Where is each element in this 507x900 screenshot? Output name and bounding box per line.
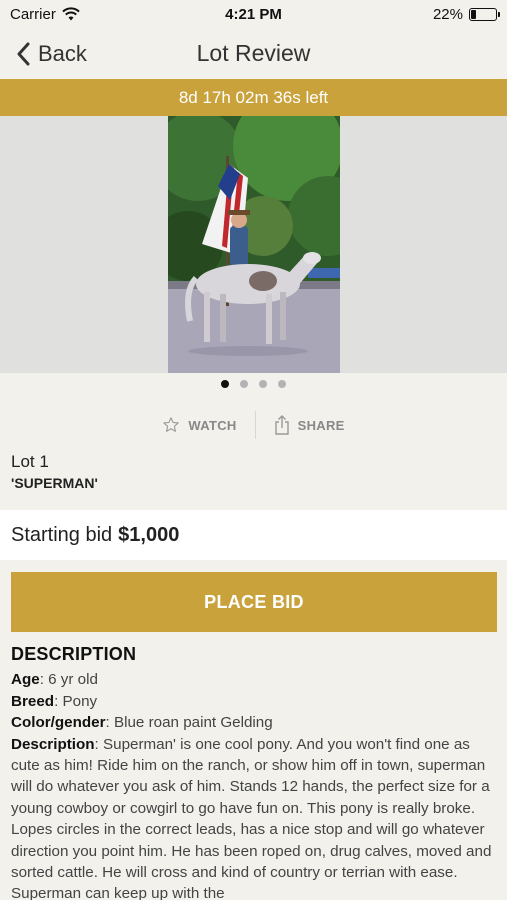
lot-info: Lot 1 'SUPERMAN' — [11, 452, 491, 491]
action-row: WATCH SHARE — [0, 410, 507, 440]
image-gallery[interactable] — [0, 116, 507, 373]
back-button[interactable]: Back — [16, 28, 87, 79]
breed-label: Breed — [11, 692, 55, 710]
age-value: : 6 yr old — [39, 671, 98, 689]
page-dot[interactable] — [278, 380, 286, 388]
gallery-page-indicator[interactable] — [0, 380, 507, 392]
star-icon — [163, 417, 180, 432]
watch-button[interactable]: WATCH — [144, 416, 254, 434]
status-bar: Carrier 4:21 PM 22% — [0, 0, 507, 28]
page-dot[interactable] — [240, 380, 248, 388]
share-label: SHARE — [297, 417, 345, 433]
wifi-icon — [62, 7, 80, 21]
place-bid-button[interactable]: PLACE BID — [11, 572, 497, 632]
breed-value: : Pony — [54, 692, 98, 710]
share-icon — [274, 415, 289, 435]
share-button[interactable]: SHARE — [256, 415, 363, 435]
description-section: DESCRIPTION Age: 6 yr old Breed: Pony Co… — [11, 644, 499, 900]
watch-label: WATCH — [188, 417, 237, 433]
breed-line: Breed: Pony — [11, 691, 499, 712]
color-gender-label: Color/gender — [11, 714, 106, 732]
battery-percent: 22% — [432, 5, 463, 23]
description-value: : Superman' is one cool pony. And you wo… — [11, 735, 492, 900]
chevron-left-icon — [17, 42, 30, 65]
lot-photo — [168, 116, 340, 373]
lot-number: Lot 1 — [11, 452, 49, 471]
carrier-label: Carrier — [10, 5, 56, 23]
countdown-banner: 8d 17h 02m 36s left — [0, 79, 507, 116]
page-dot[interactable] — [221, 380, 229, 388]
nav-bar: Back Lot Review — [0, 28, 507, 79]
color-gender-value: : Blue roan paint Gelding — [105, 714, 273, 732]
battery-fill — [471, 9, 477, 19]
page-dot[interactable] — [259, 380, 267, 388]
age-line: Age: 6 yr old — [11, 669, 499, 690]
starting-bid-amount: $1,000 — [118, 523, 180, 546]
starting-bid-label: Starting bid — [11, 523, 113, 546]
starting-bid-row: Starting bid $1,000 — [0, 510, 507, 560]
age-label: Age — [11, 671, 40, 689]
color-line: Color/gender: Blue roan paint Gelding — [11, 712, 499, 733]
description-heading: DESCRIPTION — [11, 644, 137, 664]
description-label: Description — [11, 735, 95, 753]
battery-icon — [469, 7, 500, 21]
lot-name: 'SUPERMAN' — [11, 475, 98, 491]
status-time: 4:21 PM — [225, 5, 282, 23]
back-label: Back — [38, 40, 87, 66]
description-text: Description: Superman' is one cool pony.… — [11, 734, 499, 900]
